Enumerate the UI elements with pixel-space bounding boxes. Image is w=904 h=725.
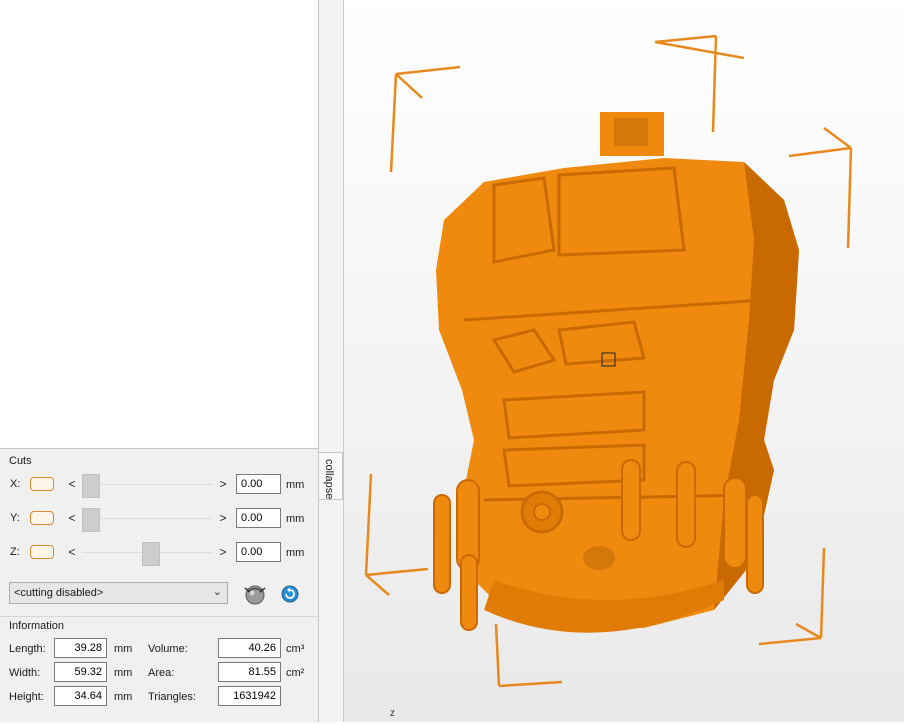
collapse-strip bbox=[319, 0, 344, 722]
slider-z-left-arrow[interactable]: < bbox=[66, 544, 78, 560]
axis-x-toggle[interactable] bbox=[30, 477, 54, 491]
area-unit: cm² bbox=[286, 667, 305, 679]
left-empty-area bbox=[0, 0, 318, 448]
area-label: Area: bbox=[148, 667, 175, 679]
slider-x-line bbox=[82, 484, 213, 485]
volume-unit: cm³ bbox=[286, 643, 305, 655]
width-unit: mm bbox=[114, 667, 133, 679]
height-value bbox=[54, 686, 107, 706]
volume-value bbox=[218, 638, 281, 658]
axis-y-toggle[interactable] bbox=[30, 511, 54, 525]
collapse-tab[interactable]: collapse bbox=[319, 452, 343, 500]
axis-z-toggle[interactable] bbox=[30, 545, 54, 559]
axis-label-y: Y: bbox=[10, 512, 20, 524]
slider-y-right-arrow[interactable]: > bbox=[217, 510, 229, 526]
height-label: Height: bbox=[9, 691, 44, 703]
y-unit: mm bbox=[286, 513, 305, 525]
x-unit: mm bbox=[286, 479, 305, 491]
axis-label-z: Z: bbox=[10, 546, 20, 558]
area-value bbox=[218, 662, 281, 682]
height-unit: mm bbox=[114, 691, 133, 703]
reset-button[interactable] bbox=[280, 584, 300, 604]
length-label: Length: bbox=[9, 643, 46, 655]
3d-viewport[interactable] bbox=[344, 0, 904, 722]
length-unit: mm bbox=[114, 643, 133, 655]
slider-z-thumb[interactable] bbox=[142, 542, 160, 566]
slider-x-left-arrow[interactable]: < bbox=[66, 476, 78, 492]
triangles-value bbox=[218, 686, 281, 706]
triangles-label: Triangles: bbox=[148, 691, 196, 703]
divider bbox=[0, 616, 318, 617]
cut-tool-icon bbox=[244, 585, 266, 605]
slider-z-right-arrow[interactable]: > bbox=[217, 544, 229, 560]
cut-mode-select[interactable]: <cutting disabled> ⌄ bbox=[9, 582, 228, 604]
z-value-input[interactable] bbox=[236, 542, 281, 562]
collapse-label: collapse bbox=[323, 459, 335, 500]
slider-x[interactable]: < > bbox=[66, 474, 229, 498]
slider-x-thumb[interactable] bbox=[82, 474, 100, 498]
slider-z[interactable]: < > bbox=[66, 542, 229, 566]
information-title: Information bbox=[9, 620, 65, 632]
armor-model bbox=[433, 112, 799, 633]
cut-tool-button[interactable] bbox=[242, 582, 268, 606]
axis-indicator: z bbox=[390, 708, 395, 719]
slider-x-right-arrow[interactable]: > bbox=[217, 476, 229, 492]
z-unit: mm bbox=[286, 547, 305, 559]
width-value bbox=[54, 662, 107, 682]
reset-icon bbox=[281, 585, 299, 603]
length-value bbox=[54, 638, 107, 658]
volume-label: Volume: bbox=[148, 643, 188, 655]
width-label: Width: bbox=[9, 667, 41, 679]
cuts-title: Cuts bbox=[9, 455, 32, 467]
chevron-down-icon: ⌄ bbox=[212, 586, 222, 598]
slider-y[interactable]: < > bbox=[66, 508, 229, 532]
slider-y-line bbox=[82, 518, 213, 519]
model-render bbox=[364, 34, 853, 688]
cut-mode-value: <cutting disabled> bbox=[14, 587, 104, 599]
axis-label-x: X: bbox=[10, 478, 21, 490]
x-value-input[interactable] bbox=[236, 474, 281, 494]
slider-y-left-arrow[interactable]: < bbox=[66, 510, 78, 526]
slider-y-thumb[interactable] bbox=[82, 508, 100, 532]
y-value-input[interactable] bbox=[236, 508, 281, 528]
